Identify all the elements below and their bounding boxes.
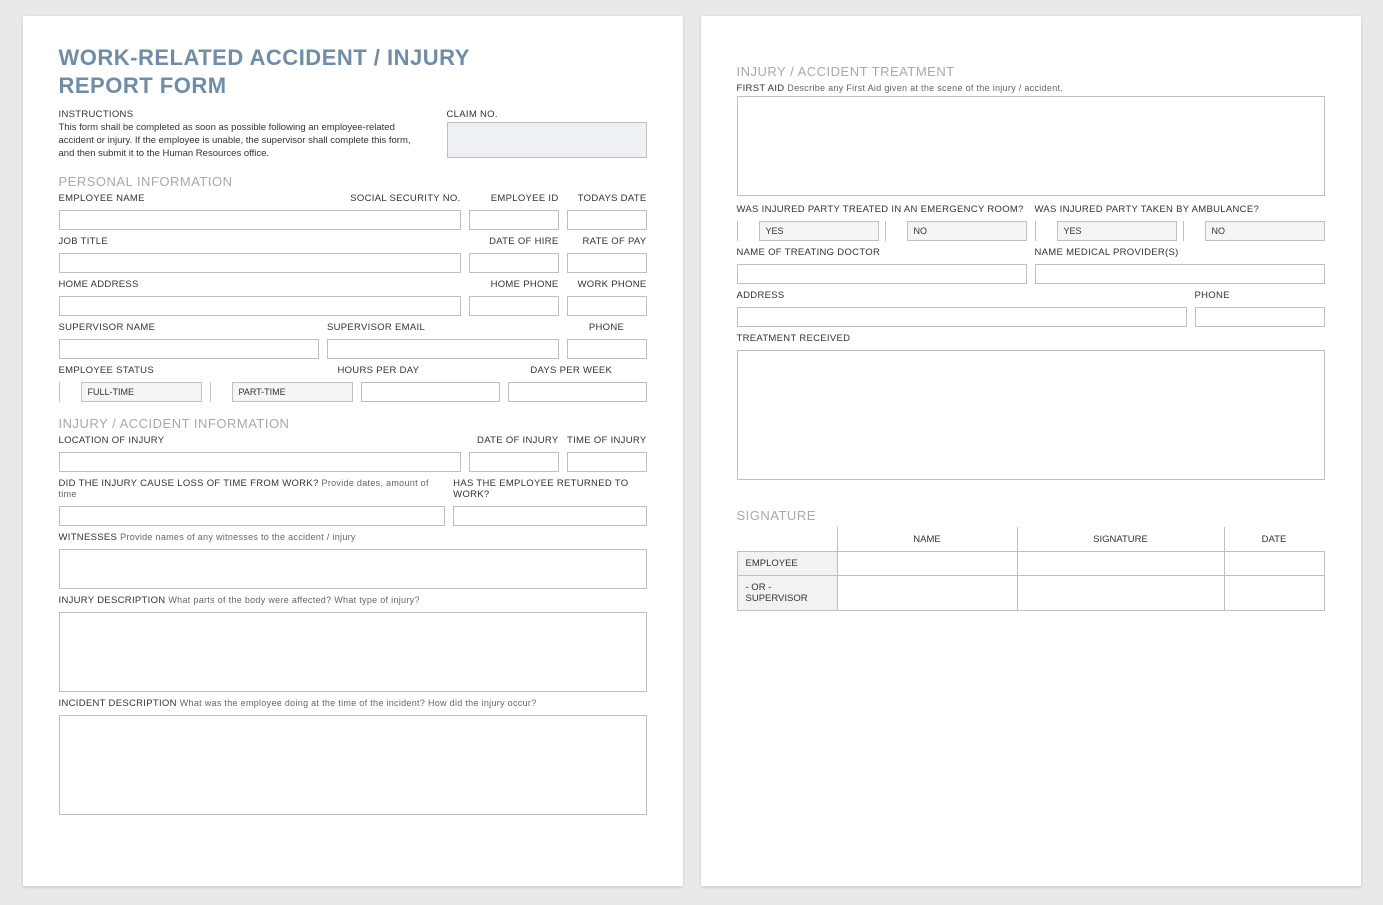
section-signature: SIGNATURE [737, 508, 1325, 523]
instructions-label: INSTRUCTIONS [59, 109, 423, 120]
sig-col-signature: SIGNATURE [1017, 528, 1224, 552]
employee-id-input[interactable] [469, 210, 559, 230]
amb-no-checkbox[interactable] [1184, 221, 1206, 241]
sig-employee-date[interactable] [1224, 552, 1324, 576]
part-time-checkbox[interactable] [211, 382, 233, 402]
sig-row-employee-label: EMPLOYEE [737, 552, 837, 576]
page-2: INJURY / ACCIDENT TREATMENT FIRST AID De… [701, 16, 1361, 886]
supervisor-email-input[interactable] [327, 339, 559, 359]
claim-no-input[interactable] [447, 122, 647, 158]
returned-input[interactable] [453, 506, 647, 526]
title-line-1: WORK-RELATED ACCIDENT / INJURY [59, 45, 470, 70]
sig-employee-signature[interactable] [1017, 552, 1224, 576]
todays-date-input[interactable] [567, 210, 647, 230]
job-title-label: JOB TITLE [59, 236, 461, 247]
sig-supervisor-signature[interactable] [1017, 576, 1224, 611]
rate-pay-label: RATE OF PAY [582, 236, 646, 247]
ambulance-question-label: WAS INJURED PARTY TAKEN BY AMBULANCE? [1035, 204, 1325, 215]
supervisor-name-label: SUPERVISOR NAME [59, 322, 319, 333]
days-week-label: DAYS PER WEEK [530, 365, 612, 376]
sig-col-name: NAME [837, 528, 1017, 552]
hours-day-label: HOURS PER DAY [337, 365, 488, 376]
first-aid-label: FIRST AID Describe any First Aid given a… [737, 83, 1325, 94]
incident-desc-label: INCIDENT DESCRIPTION What was the employ… [59, 698, 537, 709]
title-line-2: REPORT FORM [59, 73, 227, 98]
treatment-address-label: ADDRESS [737, 290, 1187, 301]
home-address-input[interactable] [59, 296, 461, 316]
treatment-phone-input[interactable] [1195, 307, 1325, 327]
date-hire-input[interactable] [469, 253, 559, 273]
home-address-label: HOME ADDRESS [59, 279, 461, 290]
injury-desc-label: INJURY DESCRIPTION What parts of the bod… [59, 595, 420, 606]
supervisor-phone-label: PHONE [589, 322, 624, 333]
page-1: WORK-RELATED ACCIDENT / INJURY REPORT FO… [23, 16, 683, 886]
job-title-input[interactable] [59, 253, 461, 273]
section-injury-info: INJURY / ACCIDENT INFORMATION [59, 416, 647, 431]
amb-yes-checkbox[interactable] [1036, 221, 1058, 241]
witnesses-input[interactable] [59, 549, 647, 589]
witnesses-label: WITNESSES Provide names of any witnesses… [59, 532, 356, 543]
form-title: WORK-RELATED ACCIDENT / INJURY REPORT FO… [59, 44, 647, 99]
amb-no-option[interactable]: NO [1183, 221, 1325, 241]
date-injury-label: DATE OF INJURY [477, 435, 558, 446]
er-question-label: WAS INJURED PARTY TREATED IN AN EMERGENC… [737, 204, 1027, 215]
date-hire-label: DATE OF HIRE [489, 236, 558, 247]
er-no-option[interactable]: NO [885, 221, 1027, 241]
time-injury-label: TIME OF INJURY [567, 435, 647, 446]
sig-supervisor-name[interactable] [837, 576, 1017, 611]
work-phone-input[interactable] [567, 296, 647, 316]
first-aid-input[interactable] [737, 96, 1325, 196]
section-personal: PERSONAL INFORMATION [59, 174, 647, 189]
part-time-option[interactable]: PART-TIME [210, 382, 353, 402]
loss-time-label: DID THE INJURY CAUSE LOSS OF TIME FROM W… [59, 478, 446, 500]
ssn-label: SOCIAL SECURITY NO. [350, 193, 460, 204]
incident-desc-input[interactable] [59, 715, 647, 815]
sig-col-date: DATE [1224, 528, 1324, 552]
work-phone-label: WORK PHONE [578, 279, 647, 290]
sig-supervisor-date[interactable] [1224, 576, 1324, 611]
date-injury-input[interactable] [469, 452, 559, 472]
full-time-checkbox[interactable] [60, 382, 82, 402]
location-injury-label: LOCATION OF INJURY [59, 435, 461, 446]
time-injury-input[interactable] [567, 452, 647, 472]
employee-id-label: EMPLOYEE ID [491, 193, 559, 204]
part-time-label: PART-TIME [239, 387, 286, 397]
er-yes-checkbox[interactable] [738, 221, 760, 241]
sig-row-supervisor-label: - OR - SUPERVISOR [737, 576, 837, 611]
treatment-received-label: TREATMENT RECEIVED [737, 333, 851, 344]
section-treatment: INJURY / ACCIDENT TREATMENT [737, 64, 1325, 79]
employee-status-label: EMPLOYEE STATUS [59, 365, 330, 376]
days-week-input[interactable] [508, 382, 647, 402]
rate-pay-input[interactable] [567, 253, 647, 273]
supervisor-phone-input[interactable] [567, 339, 647, 359]
home-phone-label: HOME PHONE [491, 279, 559, 290]
injury-desc-input[interactable] [59, 612, 647, 692]
er-no-checkbox[interactable] [886, 221, 908, 241]
hours-day-input[interactable] [361, 382, 500, 402]
doctor-input[interactable] [737, 264, 1027, 284]
home-phone-input[interactable] [469, 296, 559, 316]
employee-name-label: EMPLOYEE NAME [59, 193, 330, 204]
instructions-text: This form shall be completed as soon as … [59, 122, 423, 160]
todays-date-label: TODAYS DATE [578, 193, 647, 204]
returned-label: HAS THE EMPLOYEE RETURNED TO WORK? [453, 478, 646, 500]
doctor-label: NAME OF TREATING DOCTOR [737, 247, 1027, 258]
sig-employee-name[interactable] [837, 552, 1017, 576]
supervisor-name-input[interactable] [59, 339, 319, 359]
employee-name-input[interactable] [59, 210, 461, 230]
full-time-label: FULL-TIME [88, 387, 135, 397]
signature-table: NAME SIGNATURE DATE EMPLOYEE - OR - SUPE… [737, 527, 1325, 611]
treatment-phone-label: PHONE [1195, 290, 1325, 301]
amb-yes-option[interactable]: YES [1035, 221, 1177, 241]
loss-time-input[interactable] [59, 506, 445, 526]
provider-label: NAME MEDICAL PROVIDER(S) [1035, 247, 1325, 258]
claim-no-label: CLAIM NO. [447, 109, 647, 120]
treatment-address-input[interactable] [737, 307, 1187, 327]
er-yes-option[interactable]: YES [737, 221, 879, 241]
treatment-received-input[interactable] [737, 350, 1325, 480]
location-injury-input[interactable] [59, 452, 461, 472]
full-time-option[interactable]: FULL-TIME [59, 382, 202, 402]
supervisor-email-label: SUPERVISOR EMAIL [327, 322, 559, 333]
provider-input[interactable] [1035, 264, 1325, 284]
